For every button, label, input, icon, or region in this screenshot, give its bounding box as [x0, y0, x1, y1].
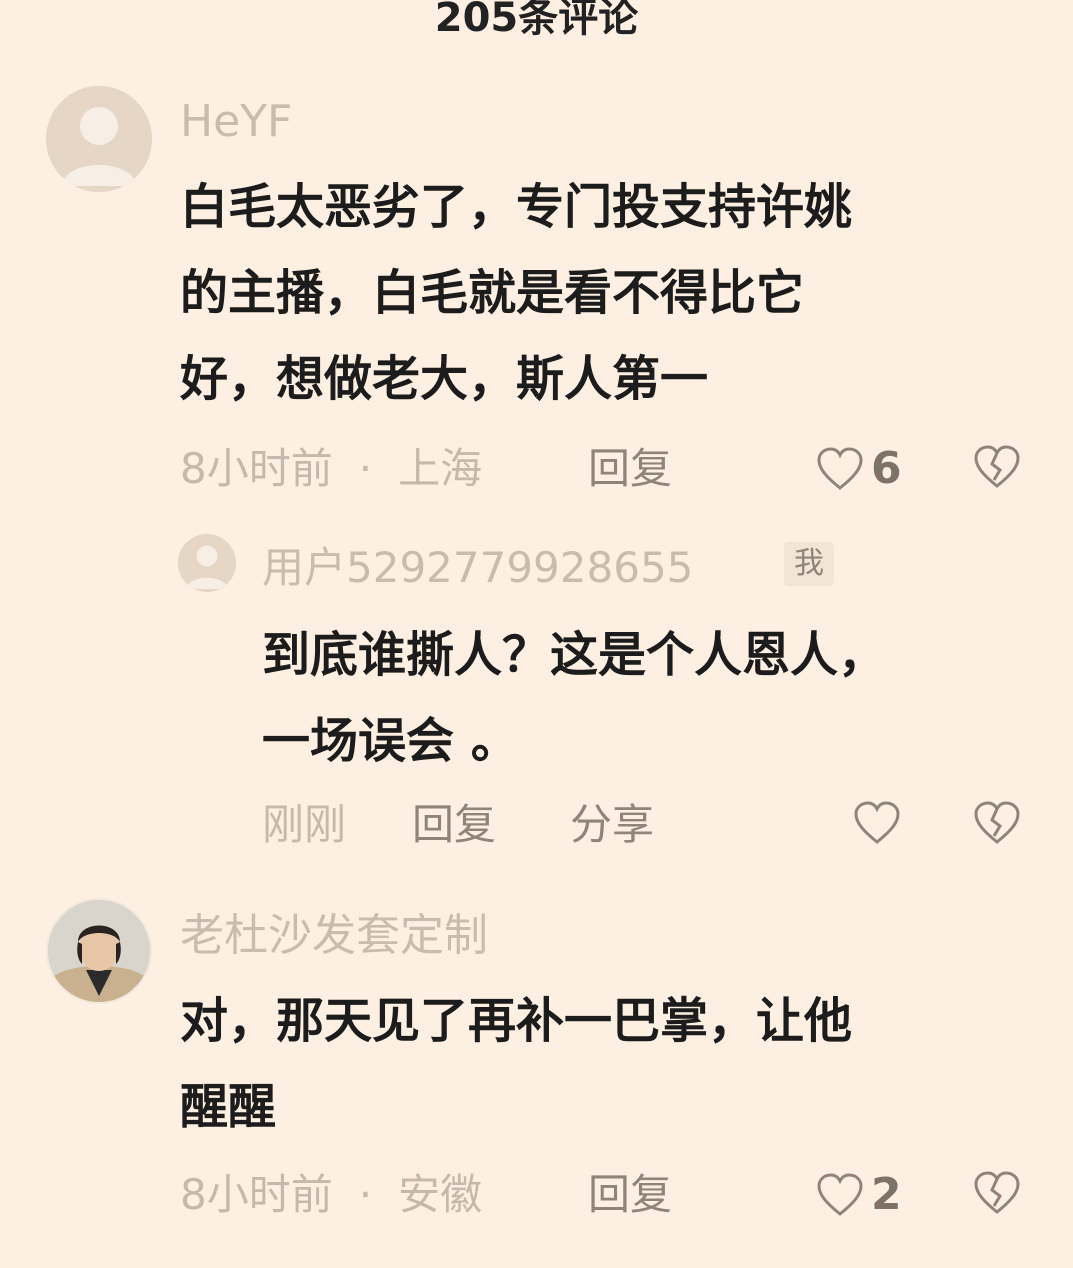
default-avatar-icon — [178, 534, 236, 592]
reply-text: 到底谁撕人？这是个人恩人， 一场误会 。 — [262, 612, 1022, 784]
broken-heart-icon — [974, 801, 1020, 844]
comment-time: 8小时前 — [180, 1170, 333, 1219]
like-count: 6 — [871, 443, 902, 494]
share-button[interactable]: 分享 — [570, 800, 654, 850]
reply-button[interactable]: 回复 — [588, 1170, 672, 1220]
comment-time: 8小时前 — [180, 444, 333, 493]
avatar[interactable] — [46, 898, 152, 1004]
reply-username[interactable]: 用户5292779928655 — [262, 542, 693, 594]
heart-outline-icon — [817, 447, 863, 490]
comment-text-line: 对，那天见了再补一巴掌，让他 — [180, 993, 853, 1049]
like-button[interactable]: 2 — [815, 1170, 902, 1220]
comment-location: 安徽 — [398, 1170, 483, 1219]
reply-time: 刚刚 — [262, 800, 347, 849]
dislike-button[interactable] — [972, 444, 1022, 494]
comment-username[interactable]: 老杜沙发套定制 — [180, 910, 488, 962]
user-photo-avatar — [48, 900, 150, 1002]
heart-outline-icon — [817, 1173, 863, 1216]
reply-button[interactable]: 回复 — [412, 800, 496, 850]
me-badge: 我 — [784, 542, 834, 586]
like-count: 2 — [871, 1169, 902, 1220]
avatar[interactable] — [178, 534, 236, 592]
comment-text-line: 白毛太恶劣了，专门投支持许姚 — [180, 179, 853, 235]
broken-heart-icon — [974, 445, 1020, 488]
like-button[interactable] — [852, 800, 902, 850]
reply-button[interactable]: 回复 — [588, 444, 672, 494]
comment-meta: 8小时前 · 安徽 — [180, 1170, 482, 1220]
meta-separator: · — [358, 444, 373, 493]
comment-text-line: 好，想做老大，斯人第一 — [180, 351, 709, 407]
comments-count-title: 205条评论 — [434, 0, 639, 41]
meta-separator: · — [358, 1170, 373, 1219]
comment-location: 上海 — [398, 444, 483, 493]
comment-text-line: 的主播，白毛就是看不得比它 — [180, 265, 805, 321]
reply-text-line: 到底谁撕人？这是个人恩人， — [262, 627, 887, 683]
like-button[interactable]: 6 — [815, 444, 902, 494]
avatar[interactable] — [46, 86, 152, 192]
comment-text: 白毛太恶劣了，专门投支持许姚 的主播，白毛就是看不得比它 好，想做老大，斯人第一 — [180, 164, 1020, 422]
default-avatar-icon — [46, 86, 152, 192]
heart-outline-icon — [854, 801, 900, 844]
comment-text-line: 醒醒 — [180, 1079, 277, 1135]
dislike-button[interactable] — [972, 800, 1022, 850]
dislike-button[interactable] — [972, 1170, 1022, 1220]
comment-text: 对，那天见了再补一巴掌，让他 醒醒 — [180, 978, 1020, 1150]
reply-text-line: 一场误会 。 — [262, 713, 519, 769]
broken-heart-icon — [974, 1171, 1020, 1214]
comment-username[interactable]: HeYF — [180, 96, 292, 148]
comment-meta: 8小时前 · 上海 — [180, 444, 482, 494]
